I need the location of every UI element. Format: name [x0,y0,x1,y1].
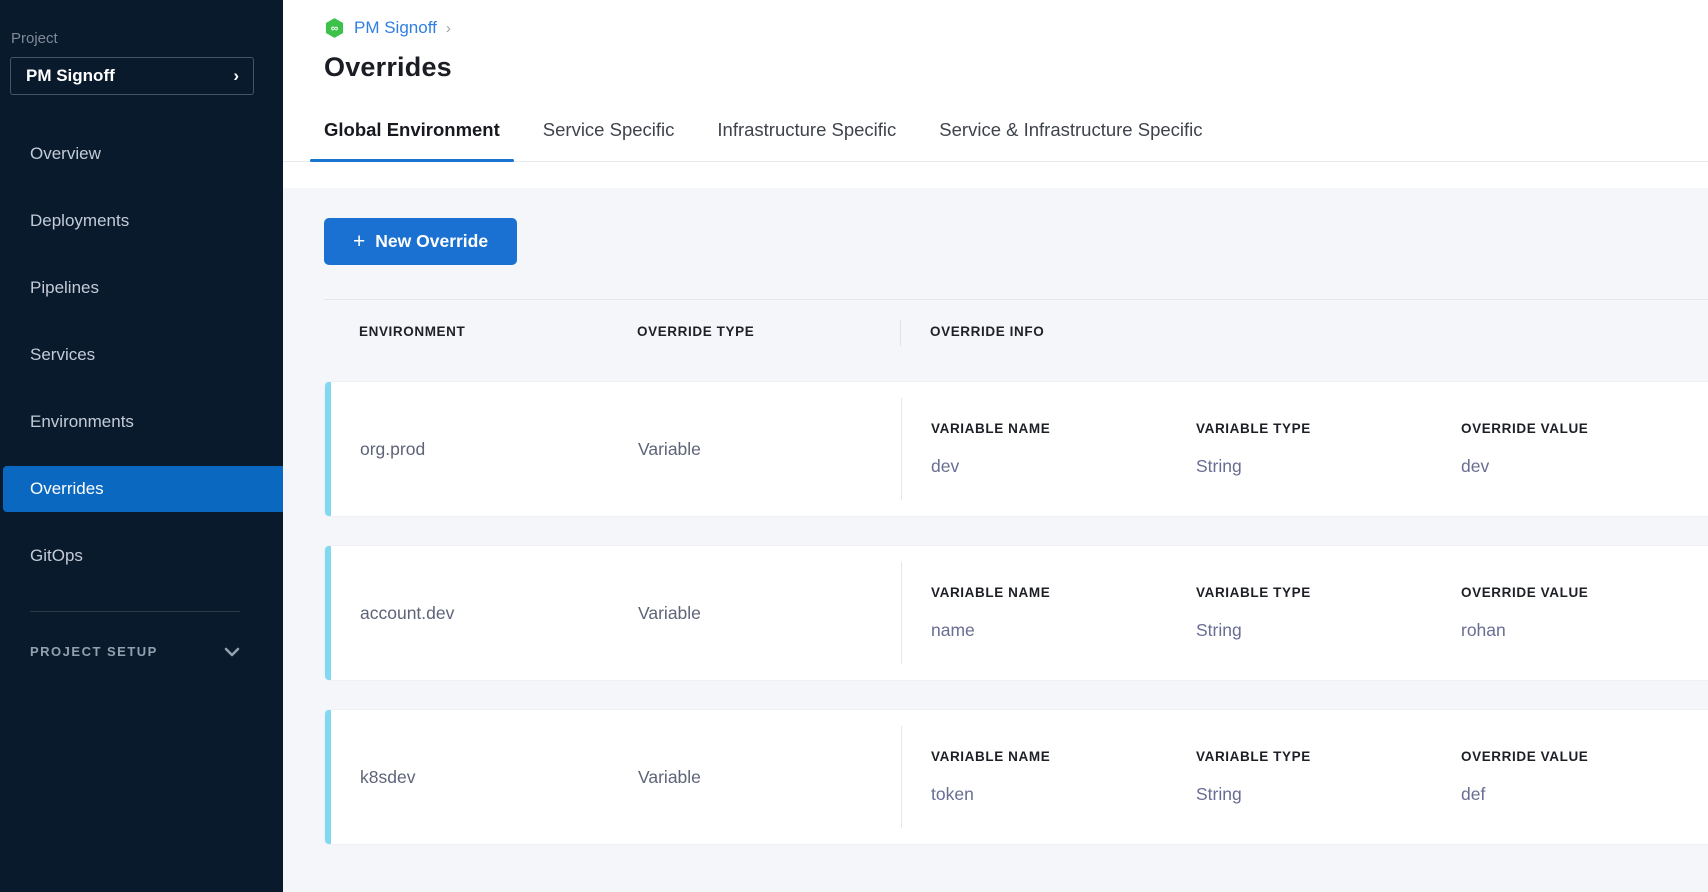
tab-infrastructure-specific[interactable]: Infrastructure Specific [703,99,910,161]
row-override-type: Variable [638,546,901,680]
svg-text:∞: ∞ [331,23,339,35]
variable-name-value: token [931,784,1196,805]
new-override-button[interactable]: + New Override [324,218,517,265]
variable-name-cell: VARIABLE NAME dev [931,382,1196,516]
override-value-value: dev [1461,456,1708,477]
row-override-info: VARIABLE NAME token VARIABLE TYPE String… [902,710,1708,844]
project-hexagon-icon: ∞ [324,17,345,39]
override-value-label: OVERRIDE VALUE [1461,749,1708,764]
override-row[interactable]: k8sdev Variable VARIABLE NAME token VARI… [324,709,1708,845]
row-override-type: Variable [638,382,901,516]
row-environment: k8sdev [331,710,638,844]
variable-type-cell: VARIABLE TYPE String [1196,546,1461,680]
variable-type-label: VARIABLE TYPE [1196,749,1461,764]
sidebar-item-label: Services [30,345,95,365]
main-content: ∞ PM Signoff › Overrides Global Environm… [283,0,1708,892]
breadcrumb-separator-icon: › [446,20,451,37]
override-value-label: OVERRIDE VALUE [1461,421,1708,436]
sidebar-item-deployments[interactable]: Deployments [0,198,283,244]
sidebar-item-label: GitOps [30,546,83,566]
variable-name-value: name [931,620,1196,641]
sidebar-item-label: Environments [30,412,134,432]
plus-icon: + [353,230,365,254]
override-value-cell: OVERRIDE VALUE dev [1461,382,1708,516]
column-header-override-info: OVERRIDE INFO [901,324,1044,339]
override-row[interactable]: org.prod Variable VARIABLE NAME dev VARI… [324,381,1708,517]
project-setup-label: PROJECT SETUP [30,644,158,659]
sidebar-item-pipelines[interactable]: Pipelines [0,265,283,311]
sidebar-item-overrides[interactable]: Overrides [3,466,283,512]
sidebar-item-gitops[interactable]: GitOps [0,533,283,579]
breadcrumb: ∞ PM Signoff › [324,0,1708,39]
tab-global-environment[interactable]: Global Environment [310,99,514,161]
breadcrumb-project-link[interactable]: PM Signoff [354,18,437,38]
sidebar-item-environments[interactable]: Environments [0,399,283,445]
variable-type-label: VARIABLE TYPE [1196,585,1461,600]
variable-type-label: VARIABLE TYPE [1196,421,1461,436]
column-header-environment: ENVIRONMENT [324,324,637,339]
sidebar-item-services[interactable]: Services [0,332,283,378]
tabs-bar: Global Environment Service Specific Infr… [283,99,1708,162]
sidebar: Project PM Signoff › Overview Deployment… [0,0,283,892]
variable-type-value: String [1196,456,1461,477]
variable-type-cell: VARIABLE TYPE String [1196,382,1461,516]
table-header: ENVIRONMENT OVERRIDE TYPE OVERRIDE INFO [324,300,1708,381]
variable-name-cell: VARIABLE NAME name [931,546,1196,680]
project-selector-name: PM Signoff [26,66,115,86]
page-title: Overrides [324,52,1708,83]
sidebar-item-label: Overrides [30,479,104,499]
row-environment: account.dev [331,546,638,680]
variable-name-label: VARIABLE NAME [931,421,1196,436]
tab-service-and-infrastructure-specific[interactable]: Service & Infrastructure Specific [925,99,1216,161]
override-value-value: def [1461,784,1708,805]
override-row[interactable]: account.dev Variable VARIABLE NAME name … [324,545,1708,681]
variable-name-value: dev [931,456,1196,477]
variable-type-value: String [1196,620,1461,641]
page-header: ∞ PM Signoff › Overrides Global Environm… [283,0,1708,188]
row-override-info: VARIABLE NAME dev VARIABLE TYPE String O… [902,382,1708,516]
variable-type-value: String [1196,784,1461,805]
override-value-cell: OVERRIDE VALUE rohan [1461,546,1708,680]
sidebar-item-label: Overview [30,144,101,164]
tab-service-specific[interactable]: Service Specific [529,99,689,161]
row-override-info: VARIABLE NAME name VARIABLE TYPE String … [902,546,1708,680]
override-value-label: OVERRIDE VALUE [1461,585,1708,600]
sidebar-nav: Overview Deployments Pipelines Services … [0,131,283,579]
variable-name-label: VARIABLE NAME [931,749,1196,764]
variable-name-label: VARIABLE NAME [931,585,1196,600]
override-value-cell: OVERRIDE VALUE def [1461,710,1708,844]
project-setup-toggle[interactable]: PROJECT SETUP [30,644,240,659]
chevron-right-icon: › [233,66,239,86]
override-value-value: rohan [1461,620,1708,641]
sidebar-item-label: Pipelines [30,278,99,298]
chevron-down-icon [224,647,240,657]
row-environment: org.prod [331,382,638,516]
variable-type-cell: VARIABLE TYPE String [1196,710,1461,844]
overrides-content: + New Override ENVIRONMENT OVERRIDE TYPE… [283,188,1708,892]
row-override-type: Variable [638,710,901,844]
new-override-button-label: New Override [375,231,488,252]
sidebar-item-overview[interactable]: Overview [0,131,283,177]
sidebar-item-label: Deployments [30,211,129,231]
variable-name-cell: VARIABLE NAME token [931,710,1196,844]
project-selector[interactable]: PM Signoff › [10,57,254,95]
project-label: Project [11,30,283,47]
sidebar-divider [30,611,240,612]
column-header-override-type: OVERRIDE TYPE [637,324,900,339]
